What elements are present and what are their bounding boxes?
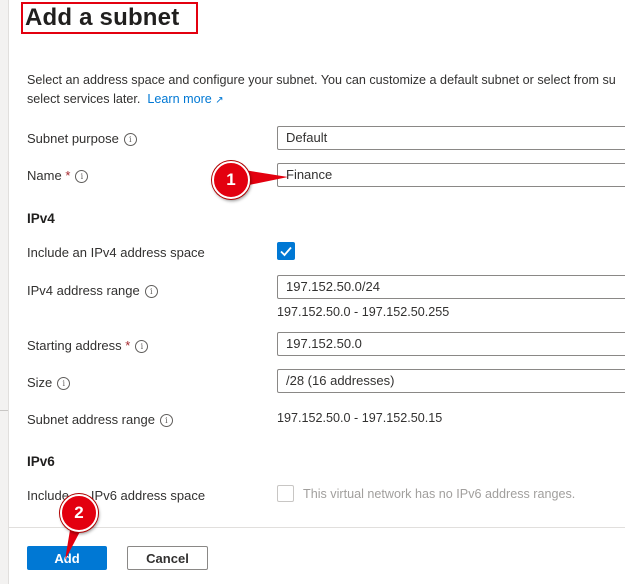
ipv4-range-select[interactable]: 197.152.50.0/24 bbox=[277, 275, 625, 299]
annotation-badge-2: 2 bbox=[60, 494, 98, 532]
include-ipv6-checkbox[interactable] bbox=[277, 485, 294, 502]
info-icon[interactable]: i bbox=[123, 133, 137, 146]
checkmark-icon bbox=[280, 246, 292, 257]
ipv4-heading: IPv4 bbox=[27, 211, 55, 226]
divider bbox=[0, 410, 8, 411]
ipv4-range-span: 197.152.50.0 - 197.152.50.255 bbox=[277, 305, 450, 319]
subnet-purpose-label: Subnet purpose i bbox=[27, 131, 137, 146]
add-button[interactable]: Add bbox=[27, 546, 107, 570]
ipv6-disabled-message: This virtual network has no IPv6 address… bbox=[303, 487, 576, 501]
subnet-range-label: Subnet address range i bbox=[27, 412, 173, 427]
include-ipv6-label: Include IPv6 address space bbox=[27, 488, 206, 503]
starting-address-label: Starting address * i bbox=[27, 338, 149, 353]
footer-divider bbox=[9, 527, 625, 528]
learn-more-link[interactable]: Learn more bbox=[147, 92, 211, 106]
description-text: Select an address space and configure yo… bbox=[27, 73, 616, 87]
add-subnet-panel: Add a subnet Select an address space and… bbox=[9, 0, 625, 584]
name-label: Name * i bbox=[27, 168, 89, 183]
include-ipv4-label: Include an IPv4 address space bbox=[27, 245, 205, 260]
starting-address-input[interactable]: 197.152.50.0 bbox=[277, 332, 625, 356]
info-icon[interactable]: i bbox=[144, 285, 158, 298]
panel-description: Select an address space and configure yo… bbox=[27, 71, 625, 110]
cancel-button[interactable]: Cancel bbox=[127, 546, 208, 570]
subnet-range-value: 197.152.50.0 - 197.152.50.15 bbox=[277, 411, 443, 425]
info-icon[interactable]: i bbox=[57, 377, 71, 390]
include-ipv4-checkbox[interactable] bbox=[277, 242, 295, 260]
size-label: Size i bbox=[27, 375, 71, 390]
info-icon[interactable]: i bbox=[159, 414, 173, 427]
ipv4-range-label: IPv4 address range i bbox=[27, 283, 158, 298]
annotation-badge-1: 1 bbox=[212, 161, 250, 199]
size-select[interactable]: /28 (16 addresses) bbox=[277, 369, 625, 393]
external-link-icon: ↗ bbox=[215, 95, 224, 106]
background-blade-edge bbox=[0, 0, 9, 584]
name-input[interactable]: Finance bbox=[277, 163, 625, 187]
required-asterisk: * bbox=[65, 168, 71, 183]
required-asterisk: * bbox=[125, 338, 131, 353]
page-title: Add a subnet bbox=[25, 4, 180, 31]
info-icon[interactable]: i bbox=[75, 170, 89, 183]
description-text-line2: select services later. bbox=[27, 92, 141, 106]
ipv6-heading: IPv6 bbox=[27, 454, 55, 469]
subnet-purpose-select[interactable]: Default bbox=[277, 126, 625, 150]
info-icon[interactable]: i bbox=[135, 340, 149, 353]
